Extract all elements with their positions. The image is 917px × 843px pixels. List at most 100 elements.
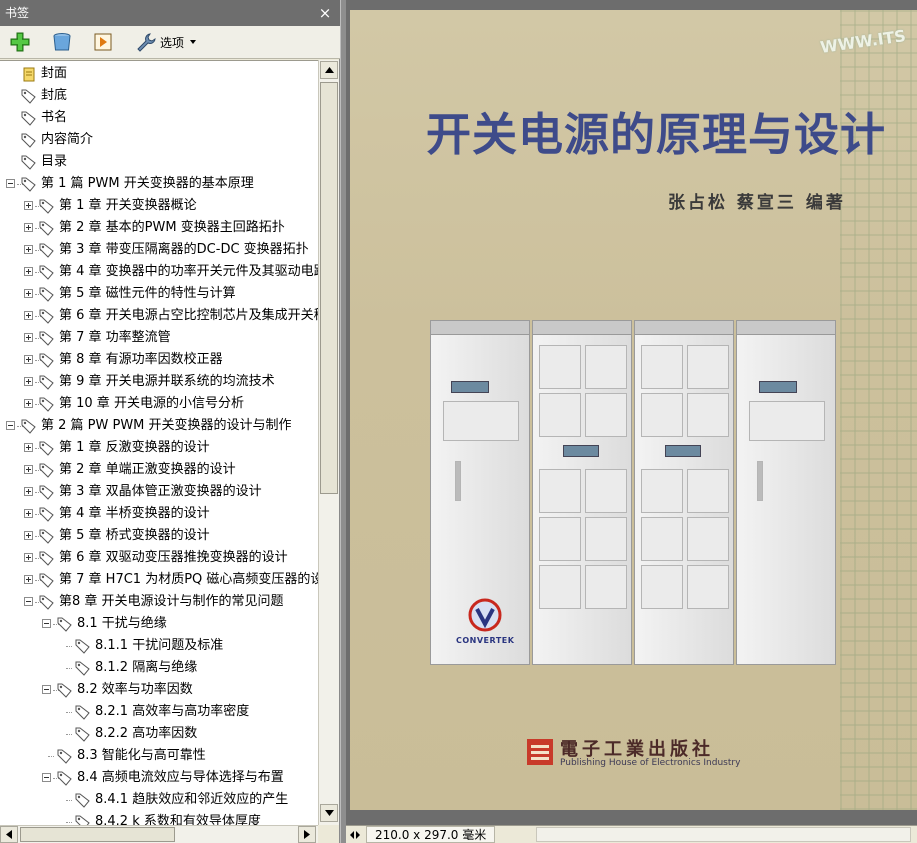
bookmark-item[interactable]: 8.3 智能化与高可靠性 [0, 745, 318, 767]
expand-toggle[interactable] [24, 399, 33, 408]
cover-title: 开关电源的原理与设计 [426, 108, 887, 161]
scroll-up-button[interactable] [320, 61, 338, 79]
bookmark-item[interactable]: 第 5 章 磁性元件的特性与计算 [0, 283, 318, 305]
scroll-right-button[interactable] [298, 826, 316, 843]
document-horizontal-scrollbar[interactable] [536, 827, 911, 842]
new-bookmark-button[interactable] [10, 30, 30, 54]
status-expand-button[interactable] [348, 827, 362, 842]
bookmark-item[interactable]: 8.1.1 干扰问题及标准 [0, 635, 318, 657]
collapse-toggle[interactable] [42, 619, 51, 628]
expand-toggle[interactable] [24, 531, 33, 540]
bookmark-item[interactable]: 第8 章 开关电源设计与制作的常见问题 [0, 591, 318, 613]
bookmark-item[interactable]: 8.4.2 k 系数和有效导体厚度 [0, 811, 318, 825]
bookmark-label: 第 4 章 变换器中的功率开关元件及其驱动电路 [59, 264, 318, 279]
bookmark-label: 第 9 章 开关电源并联系统的均流技术 [59, 374, 275, 389]
bookmark-item[interactable]: 第 2 章 基本的PWM 变换器主回路拓扑 [0, 217, 318, 239]
collapse-toggle[interactable] [6, 179, 15, 188]
bookmark-label: 8.2.2 高功率因数 [95, 726, 198, 741]
options-menu-button[interactable]: 选项 [136, 30, 198, 54]
bookmark-item[interactable]: 第 3 章 双晶体管正激变换器的设计 [0, 481, 318, 503]
bookmark-item[interactable]: 目录 [0, 151, 318, 173]
bookmark-item[interactable]: 第 1 篇 PWM 开关变换器的基本原理 [0, 173, 318, 195]
bookmark-item[interactable]: 第 8 章 有源功率因数校正器 [0, 349, 318, 371]
bookmark-item[interactable]: 第 4 章 半桥变换器的设计 [0, 503, 318, 525]
bookmark-item[interactable]: 内容简介 [0, 129, 318, 151]
bookmark-label: 第 5 章 磁性元件的特性与计算 [59, 286, 236, 301]
bookmark-item[interactable]: 第 6 章 开关电源占空比控制芯片及集成开关稳压器 [0, 305, 318, 327]
document-view[interactable]: WWW.ITS 开关电源的原理与设计 张占松 蔡宣三 编著 CONVERTEK … [346, 0, 917, 825]
bookmark-label: 第 1 章 开关变换器概论 [59, 198, 197, 213]
bookmark-label: 封面 [41, 66, 68, 81]
bookmark-item[interactable]: 封底 [0, 85, 318, 107]
expand-toggle[interactable] [24, 465, 33, 474]
bookmark-item[interactable]: 8.1 干扰与绝缘 [0, 613, 318, 635]
scroll-down-button[interactable] [320, 804, 338, 822]
page-icon [23, 67, 35, 82]
bookmark-item[interactable]: 8.4 高频电流效应与导体选择与布置 [0, 767, 318, 789]
bookmark-item[interactable]: 8.4.1 趋肤效应和邻近效应的产生 [0, 789, 318, 811]
bookmark-item[interactable]: 8.2.2 高功率因数 [0, 723, 318, 745]
arrow-down-icon [324, 810, 334, 816]
bookmark-item[interactable]: 书名 [0, 107, 318, 129]
bookmark-label: 第 2 章 基本的PWM 变换器主回路拓扑 [59, 220, 285, 235]
collapse-toggle[interactable] [24, 597, 33, 606]
bookmark-label: 第 2 篇 PW PWM 开关变换器的设计与制作 [41, 418, 292, 433]
expand-toggle[interactable] [24, 333, 33, 342]
bookmark-label: 8.2 效率与功率因数 [77, 682, 193, 697]
expand-toggle[interactable] [24, 311, 33, 320]
cabinet [532, 320, 632, 665]
collapse-toggle[interactable] [6, 421, 15, 430]
expand-toggle[interactable] [24, 443, 33, 452]
goto-bookmark-button[interactable] [94, 30, 112, 54]
expand-toggle[interactable] [24, 201, 33, 210]
expand-toggle[interactable] [24, 575, 33, 584]
collapse-toggle[interactable] [42, 773, 51, 782]
bookmark-label: 8.4.2 k 系数和有效导体厚度 [95, 814, 261, 825]
delete-bookmark-button[interactable] [52, 30, 72, 54]
cabinet [736, 320, 836, 665]
bookmark-label: 第 5 章 桥式变换器的设计 [59, 528, 210, 543]
bookmark-icon [75, 705, 90, 720]
horizontal-scrollbar[interactable] [0, 825, 318, 843]
vertical-scrollbar[interactable] [318, 60, 339, 825]
vertical-scroll-thumb[interactable] [320, 82, 338, 494]
bookmark-label: 第 1 章 反激变换器的设计 [59, 440, 210, 455]
bookmark-item[interactable]: 第 2 篇 PW PWM 开关变换器的设计与制作 [0, 415, 318, 437]
bookmark-item[interactable]: 第 3 章 带变压隔离器的DC-DC 变换器拓扑 [0, 239, 318, 261]
close-icon[interactable]: × [316, 3, 334, 23]
bookmark-item[interactable]: 第 1 章 反激变换器的设计 [0, 437, 318, 459]
expand-toggle[interactable] [24, 377, 33, 386]
bookmarks-toolbar: 选项 [0, 26, 340, 59]
expand-toggle[interactable] [24, 553, 33, 562]
scroll-left-button[interactable] [0, 826, 18, 843]
expand-toggle[interactable] [24, 223, 33, 232]
expand-toggle[interactable] [24, 289, 33, 298]
expand-toggle[interactable] [24, 245, 33, 254]
arrow-up-icon [324, 67, 334, 73]
bookmark-item[interactable]: 第 9 章 开关电源并联系统的均流技术 [0, 371, 318, 393]
expand-toggle[interactable] [24, 487, 33, 496]
bookmark-item[interactable]: 8.1.2 隔离与绝缘 [0, 657, 318, 679]
bookmark-item[interactable]: 8.2 效率与功率因数 [0, 679, 318, 701]
bookmark-item[interactable]: 第 2 章 单端正激变换器的设计 [0, 459, 318, 481]
expand-arrows-icon [350, 830, 360, 839]
bookmark-icon [57, 617, 72, 632]
expand-toggle[interactable] [24, 355, 33, 364]
bookmark-icon [39, 265, 54, 280]
expand-toggle[interactable] [24, 267, 33, 276]
collapse-toggle[interactable] [42, 685, 51, 694]
bookmark-item[interactable]: 第 6 章 双驱动变压器推挽变换器的设计 [0, 547, 318, 569]
brand-name: CONVERTEK [456, 636, 515, 645]
bookmark-item[interactable]: 第 5 章 桥式变换器的设计 [0, 525, 318, 547]
bookmark-item[interactable]: 第 7 章 H7C1 为材质PQ 磁心高频变压器的设计 [0, 569, 318, 591]
horizontal-scroll-thumb[interactable] [20, 827, 175, 842]
expand-toggle[interactable] [24, 509, 33, 518]
bookmark-item[interactable]: 封面 [0, 63, 318, 85]
bookmark-item[interactable]: 第 10 章 开关电源的小信号分析 [0, 393, 318, 415]
bookmark-item[interactable]: 第 4 章 变换器中的功率开关元件及其驱动电路 [0, 261, 318, 283]
bookmark-icon [75, 727, 90, 742]
bookmark-label: 第 2 章 单端正激变换器的设计 [59, 462, 236, 477]
bookmark-item[interactable]: 第 7 章 功率整流管 [0, 327, 318, 349]
bookmark-item[interactable]: 8.2.1 高效率与高功率密度 [0, 701, 318, 723]
bookmark-item[interactable]: 第 1 章 开关变换器概论 [0, 195, 318, 217]
